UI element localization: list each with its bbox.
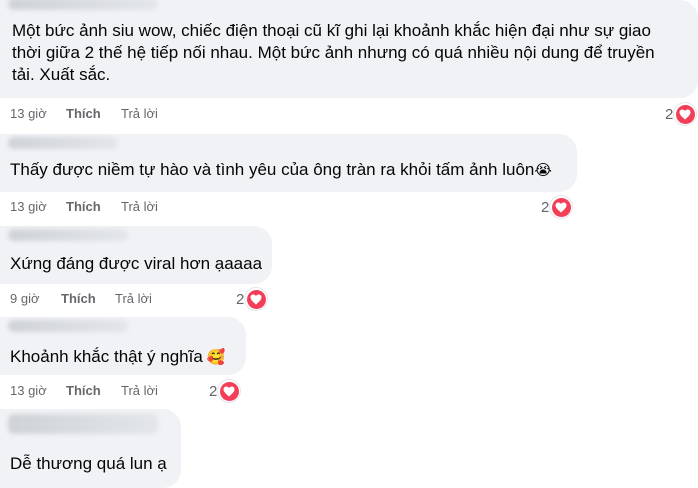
reaction-count: 2	[209, 382, 218, 400]
commenter-name-blurred[interactable]	[8, 0, 158, 10]
comment-bubble: Thấy được niềm tự hào và tình yêu của ôn…	[0, 134, 577, 192]
heart-icon	[551, 197, 571, 217]
comment-line: Thấy được niềm tự hào và tình yêu của ôn…	[10, 160, 535, 179]
comment-time[interactable]: 13 giờ	[10, 105, 47, 123]
heart-icon	[246, 289, 266, 309]
comment-text: Thấy được niềm tự hào và tình yêu của ôn…	[10, 159, 552, 182]
comment-actions: 13 giờ Thích Trả lời	[0, 198, 577, 216]
reaction-summary[interactable]: 2	[541, 194, 573, 220]
reaction-summary[interactable]: 2	[665, 101, 697, 127]
comment-line: Dễ thương quá lun ạ	[10, 454, 167, 473]
reply-button[interactable]: Trả lời	[121, 105, 158, 123]
comment-time[interactable]: 13 giờ	[10, 198, 47, 216]
reply-button[interactable]: Trả lời	[121, 382, 158, 400]
comment-text: Khoảnh khắc thật ý nghĩa 🥰	[10, 346, 226, 369]
comment-line: thời giữa 2 thế hệ tiếp nối nhau. Một bứ…	[12, 43, 655, 62]
commenter-name-blurred[interactable]	[8, 229, 128, 241]
commenter-name-blurred[interactable]	[8, 320, 128, 332]
comment-bubble: Dễ thương quá lun ạ	[0, 409, 181, 488]
like-button[interactable]: Thích	[66, 198, 101, 216]
reaction-count: 2	[236, 290, 245, 308]
like-button[interactable]: Thích	[61, 290, 96, 308]
comment-text: Một bức ảnh siu wow, chiếc điện thoại cũ…	[12, 20, 655, 86]
heart-icon	[675, 104, 695, 124]
reaction-summary[interactable]: 2	[236, 286, 268, 312]
comment-line: Xứng đáng được viral hơn ạaaaa	[10, 254, 263, 273]
heart-icon	[219, 381, 239, 401]
crying-emoji: 😭	[534, 162, 552, 179]
comment-line: Một bức ảnh siu wow, chiếc điện thoại cũ…	[12, 21, 651, 40]
comment-text: Dễ thương quá lun ạ	[10, 453, 167, 475]
like-button[interactable]: Thích	[66, 382, 101, 400]
reaction-count: 2	[665, 105, 674, 123]
comment-line: Khoảnh khắc thật ý nghĩa	[10, 347, 203, 366]
reply-button[interactable]: Trả lời	[121, 198, 158, 216]
smiling-hearts-emoji: 🥰	[206, 349, 226, 366]
comment-time[interactable]: 13 giờ	[10, 382, 47, 400]
comment-text: Xứng đáng được viral hơn ạaaaa	[10, 253, 262, 275]
comment-bubble: Một bức ảnh siu wow, chiếc điện thoại cũ…	[0, 0, 698, 98]
reply-button[interactable]: Trả lời	[115, 290, 152, 308]
comment-time[interactable]: 9 giờ	[10, 290, 40, 308]
commenter-name-blurred[interactable]	[8, 137, 118, 149]
comment-bubble: Xứng đáng được viral hơn ạaaaa	[0, 226, 272, 284]
reaction-count: 2	[541, 198, 550, 216]
comment-actions: 9 giờ Thích Trả lời	[0, 290, 272, 308]
like-button[interactable]: Thích	[66, 105, 101, 123]
comment-actions: 13 giờ Thích Trả lời	[0, 105, 698, 123]
comment-bubble: Khoảnh khắc thật ý nghĩa 🥰	[0, 317, 246, 375]
comment-line: tải. Xuất sắc.	[12, 65, 111, 84]
commenter-name-blurred[interactable]	[8, 414, 158, 434]
reaction-summary[interactable]: 2	[209, 378, 241, 404]
